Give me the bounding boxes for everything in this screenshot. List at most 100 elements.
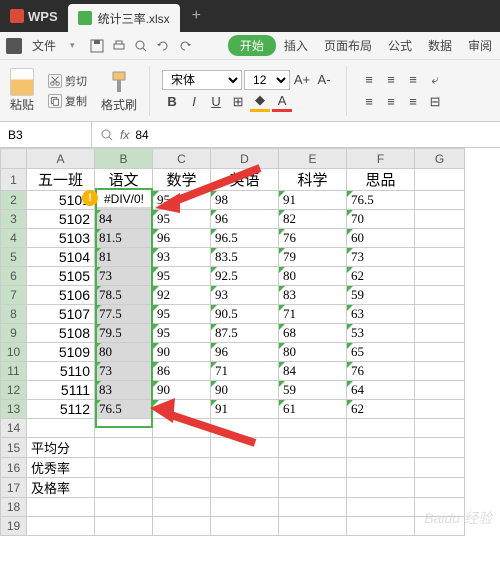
font-increase-button[interactable]: A+ — [292, 70, 312, 90]
cell[interactable]: 79 — [279, 248, 347, 267]
cell[interactable]: 73 — [95, 362, 153, 381]
cell[interactable] — [153, 498, 211, 517]
row-header[interactable]: 18 — [1, 498, 27, 517]
zoom-icon[interactable] — [100, 128, 114, 142]
row-header[interactable]: 2 — [1, 191, 27, 210]
bold-button[interactable]: B — [162, 92, 182, 112]
cell[interactable] — [415, 478, 465, 498]
cell[interactable]: 62 — [347, 267, 415, 286]
format-painter-button[interactable]: 格式刷 — [97, 64, 141, 117]
row-header[interactable]: 10 — [1, 343, 27, 362]
cell[interactable]: 91 — [279, 191, 347, 210]
cell[interactable] — [211, 438, 279, 458]
cell[interactable]: 68 — [279, 324, 347, 343]
cell[interactable] — [347, 458, 415, 478]
cell[interactable]: 80 — [279, 267, 347, 286]
row-header[interactable]: 14 — [1, 419, 27, 438]
cell[interactable] — [415, 458, 465, 478]
cell[interactable]: 93 — [211, 286, 279, 305]
row-header[interactable]: 3 — [1, 210, 27, 229]
cell[interactable]: 96.5 — [211, 229, 279, 248]
cell[interactable]: 思品 — [347, 169, 415, 191]
cell[interactable]: 94 — [153, 400, 211, 419]
cell[interactable]: 5108 — [27, 324, 95, 343]
align-mid-button[interactable]: ≡ — [381, 70, 401, 90]
save-icon[interactable] — [89, 38, 105, 54]
cell[interactable]: 80 — [95, 343, 153, 362]
home-icon[interactable] — [6, 38, 22, 54]
cell[interactable]: 91 — [211, 400, 279, 419]
cell[interactable]: 5105 — [27, 267, 95, 286]
cell[interactable] — [95, 517, 153, 536]
select-all-corner[interactable] — [1, 149, 27, 169]
cell[interactable] — [95, 438, 153, 458]
formula-input[interactable] — [135, 128, 290, 142]
cell[interactable] — [153, 478, 211, 498]
tab-formula[interactable]: 公式 — [380, 37, 420, 54]
cell[interactable]: 90.5 — [211, 305, 279, 324]
cell[interactable] — [95, 478, 153, 498]
cell[interactable]: 95 — [153, 305, 211, 324]
cell[interactable]: 73 — [95, 267, 153, 286]
cell[interactable]: 83.5 — [211, 248, 279, 267]
cell[interactable] — [27, 517, 95, 536]
cell[interactable]: 语文 — [95, 169, 153, 191]
cell[interactable] — [415, 400, 465, 419]
underline-button[interactable]: U — [206, 92, 226, 112]
grid[interactable]: A B C D E F G 1 五一班 语文 数学 英语 科学 思品 2 510… — [0, 148, 465, 536]
new-tab-button[interactable]: + — [180, 7, 213, 25]
col-header-E[interactable]: E — [279, 149, 347, 169]
cell[interactable]: 70 — [347, 210, 415, 229]
cell[interactable]: 76.5 — [347, 191, 415, 210]
cell[interactable] — [153, 419, 211, 438]
cell[interactable]: 数学 — [153, 169, 211, 191]
cell[interactable] — [415, 419, 465, 438]
cell[interactable] — [415, 169, 465, 191]
col-header-A[interactable]: A — [27, 149, 95, 169]
cell[interactable] — [153, 517, 211, 536]
cell[interactable]: 平均分 — [27, 438, 95, 458]
cell[interactable]: 及格率 — [27, 478, 95, 498]
cell[interactable]: 65 — [347, 343, 415, 362]
name-box[interactable]: B3 — [0, 122, 92, 147]
cell[interactable]: 98 — [211, 191, 279, 210]
col-header-B[interactable]: B — [95, 149, 153, 169]
copy-button[interactable]: 复制 — [46, 92, 89, 110]
cell[interactable]: 79.5 — [95, 324, 153, 343]
row-header[interactable]: 5 — [1, 248, 27, 267]
cell[interactable] — [211, 478, 279, 498]
cell[interactable]: 5107 — [27, 305, 95, 324]
font-color-button[interactable]: A — [272, 92, 292, 112]
cell[interactable]: 60 — [347, 229, 415, 248]
cell[interactable]: 95 — [153, 191, 211, 210]
cell[interactable] — [279, 438, 347, 458]
row-header[interactable]: 12 — [1, 381, 27, 400]
cell[interactable]: 95 — [153, 324, 211, 343]
font-decrease-button[interactable]: A- — [314, 70, 334, 90]
align-center-button[interactable]: ≡ — [381, 92, 401, 112]
cell[interactable] — [415, 286, 465, 305]
cut-button[interactable]: 剪切 — [46, 72, 89, 90]
paste-button[interactable]: 粘贴 — [6, 64, 38, 117]
tab-start[interactable]: 开始 — [228, 35, 276, 56]
cell[interactable] — [415, 305, 465, 324]
redo-icon[interactable] — [177, 38, 193, 54]
cell[interactable]: 96 — [211, 210, 279, 229]
col-header-F[interactable]: F — [347, 149, 415, 169]
cell[interactable]: 5102 — [27, 210, 95, 229]
cell[interactable]: 62 — [347, 400, 415, 419]
cell[interactable]: 96 — [211, 343, 279, 362]
row-header[interactable]: 11 — [1, 362, 27, 381]
cell[interactable]: 76 — [347, 362, 415, 381]
cell[interactable] — [153, 438, 211, 458]
cell[interactable] — [279, 478, 347, 498]
cell[interactable] — [347, 478, 415, 498]
row-header[interactable]: 9 — [1, 324, 27, 343]
cell[interactable] — [211, 498, 279, 517]
font-name-select[interactable]: 宋体 — [162, 70, 242, 90]
cell[interactable]: 87.5 — [211, 324, 279, 343]
cell[interactable]: 90 — [153, 343, 211, 362]
cell[interactable] — [415, 362, 465, 381]
file-menu[interactable]: 文件 — [24, 37, 64, 54]
cell[interactable] — [279, 458, 347, 478]
